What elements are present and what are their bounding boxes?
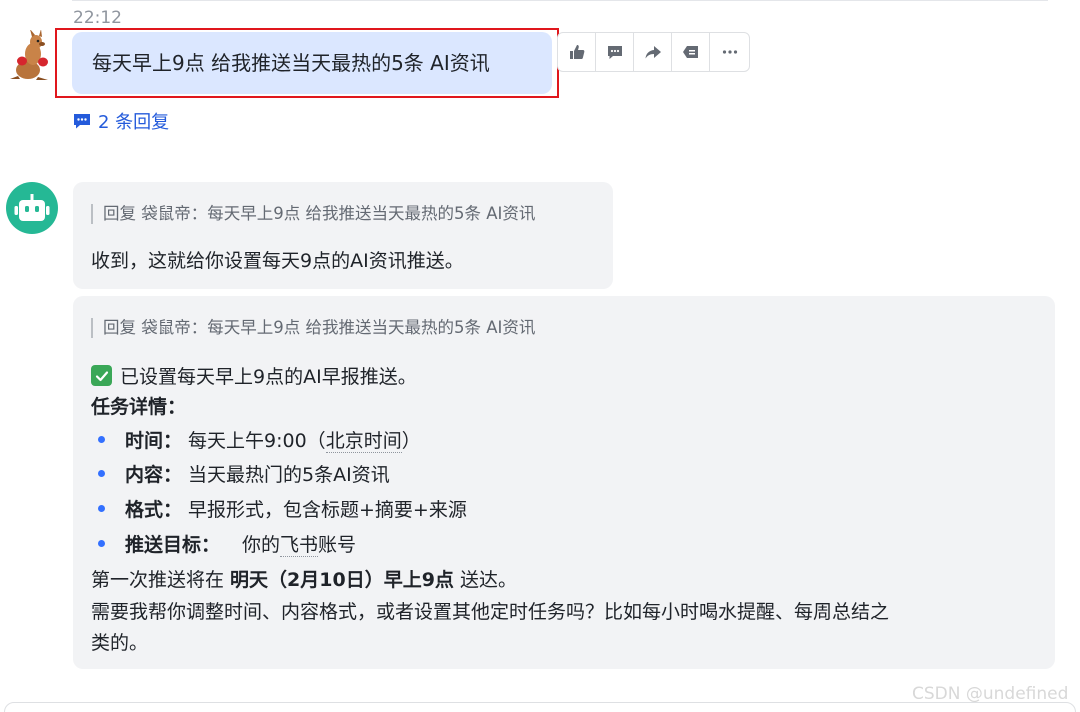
forward-icon[interactable] [634, 33, 672, 71]
confirm-text: 已设置每天早上9点的AI早报推送。 [120, 366, 417, 388]
thumbs-up-icon[interactable] [558, 33, 596, 71]
detail-value: 当天最热门的5条AI资讯 [188, 464, 390, 486]
follow-up-question-line-1: 需要我帮你调整时间、内容格式，或者设置其他定时任务吗？比如每小时喝水提醒、每周总… [91, 601, 890, 623]
detail-key: 推送目标： [125, 534, 221, 556]
detail-value-prefix: 你的 [242, 534, 281, 556]
reply-quote: 回复 袋鼠帝：每天早上9点 给我推送当天最热的5条 AI资讯 [91, 318, 535, 338]
first-push-line: 第一次推送将在 明天（2月10日）早上9点 送达。 [91, 565, 517, 592]
thread-replies-link[interactable]: 2 条回复 [73, 108, 169, 134]
watermark: CSDN @undefined [912, 684, 1069, 704]
first-push-suffix: 送达。 [453, 569, 517, 591]
first-push-time: 明天（2月10日）早上9点 [230, 569, 454, 591]
bullet-dot [98, 436, 105, 443]
detail-value: 早报形式，包含标题+摘要+来源 [188, 499, 467, 521]
detail-value: 你的飞书账号 [242, 530, 356, 557]
feishu-link[interactable]: 飞书 [280, 534, 319, 557]
detail-key: 内容： [125, 464, 183, 486]
user-avatar[interactable] [6, 29, 58, 82]
detail-item-time: 时间： 每天上午9:00（北京时间） [98, 426, 421, 453]
detail-value-suffix: ） [401, 430, 421, 452]
robot-icon [14, 194, 50, 221]
thread-icon [74, 114, 90, 129]
bullet-dot [98, 470, 105, 477]
timezone-link[interactable]: 北京时间 [325, 430, 402, 453]
bot-avatar[interactable] [6, 182, 58, 234]
task-details-title: 任务详情： [91, 396, 187, 418]
thread-replies-label: 2 条回复 [98, 112, 170, 133]
detail-item-content: 内容： 当天最热门的5条AI资讯 [98, 460, 390, 487]
top-divider [72, 0, 1048, 1]
detail-key: 格式： [125, 499, 183, 521]
bot-reply-text: 收到，这就给你设置每天9点的AI资讯推送。 [91, 250, 464, 272]
follow-up-question-line-2: 类的。 [91, 632, 149, 654]
detail-value-suffix: 账号 [318, 534, 357, 556]
comment-icon[interactable] [596, 33, 634, 71]
detail-value: 每天上午9:00（北京时间） [188, 426, 421, 453]
confirm-line: 已设置每天早上9点的AI早报推送。 [91, 362, 417, 389]
bullet-dot [98, 540, 105, 547]
message-timestamp: 22:12 [73, 8, 122, 28]
detail-item-target: 推送目标： 你的飞书账号 [98, 530, 356, 557]
detail-item-format: 格式： 早报形式，包含标题+摘要+来源 [98, 495, 467, 522]
highlight-annotation-box [55, 28, 559, 98]
reply-quote: 回复 袋鼠帝：每天早上9点 给我推送当天最热的5条 AI资讯 [91, 204, 535, 224]
message-action-toolbar [557, 32, 750, 72]
check-mark-icon [91, 365, 112, 386]
more-icon[interactable] [710, 33, 749, 71]
detail-key: 时间： [125, 430, 183, 452]
bullet-dot [98, 505, 105, 512]
bot-message-bubble-2[interactable]: 回复 袋鼠帝：每天早上9点 给我推送当天最热的5条 AI资讯 已设置每天早上9点… [73, 296, 1055, 669]
bot-message-bubble-1[interactable]: 回复 袋鼠帝：每天早上9点 给我推送当天最热的5条 AI资讯 收到，这就给你设置… [73, 182, 613, 289]
reply-icon[interactable] [672, 33, 710, 71]
detail-value-prefix: 每天上午9:00（ [188, 430, 326, 452]
first-push-prefix: 第一次推送将在 [91, 569, 231, 591]
